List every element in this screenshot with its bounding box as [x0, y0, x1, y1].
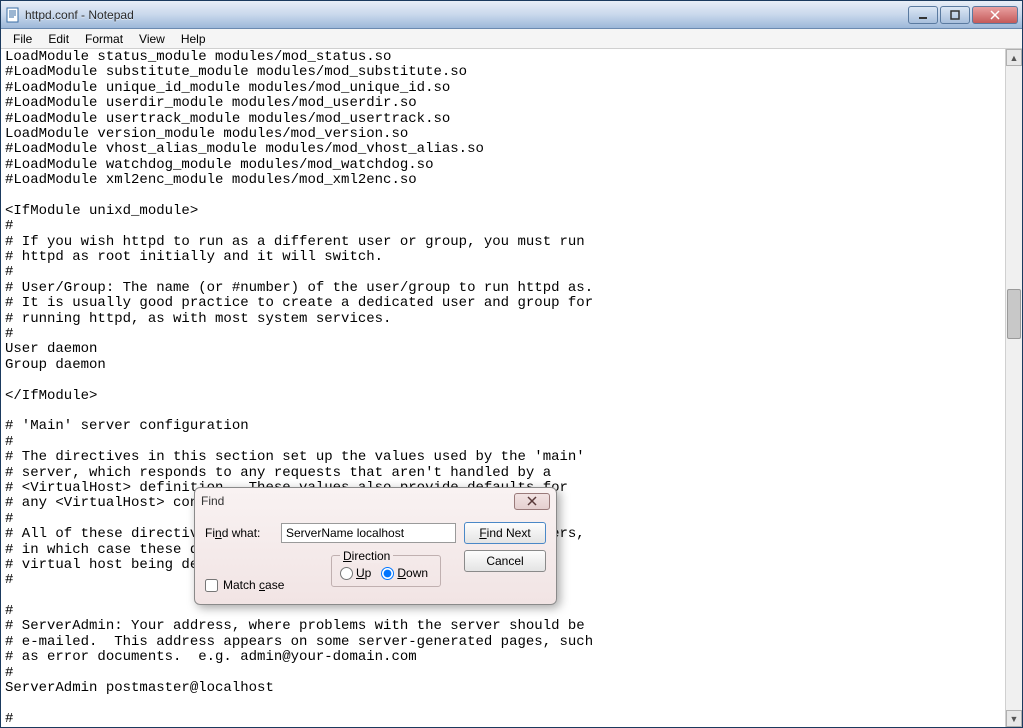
window-controls	[908, 6, 1018, 24]
find-titlebar[interactable]: Find	[195, 488, 556, 514]
direction-down-radio[interactable]	[381, 567, 394, 580]
scroll-up-button[interactable]: ▲	[1006, 49, 1022, 66]
minimize-button[interactable]	[908, 6, 938, 24]
direction-up-option[interactable]: Up	[340, 566, 371, 580]
find-what-label: Find what:	[205, 526, 273, 540]
find-close-button[interactable]	[514, 493, 550, 510]
menu-help[interactable]: Help	[173, 30, 214, 48]
notepad-window: httpd.conf - Notepad File Edit Format Vi…	[0, 0, 1023, 728]
menubar: File Edit Format View Help	[1, 29, 1022, 49]
find-dialog: Find Find what: Find Next Direction Up D…	[194, 487, 557, 605]
direction-up-radio[interactable]	[340, 567, 353, 580]
direction-down-option[interactable]: Down	[381, 566, 428, 580]
text-editor[interactable]: LoadModule status_module modules/mod_sta…	[1, 49, 1005, 727]
scroll-down-button[interactable]: ▼	[1006, 710, 1022, 727]
cancel-button[interactable]: Cancel	[464, 550, 546, 572]
find-next-button[interactable]: Find Next	[464, 522, 546, 544]
match-case-checkbox[interactable]	[205, 579, 218, 592]
maximize-button[interactable]	[940, 6, 970, 24]
titlebar: httpd.conf - Notepad	[1, 1, 1022, 29]
close-button[interactable]	[972, 6, 1018, 24]
menu-edit[interactable]: Edit	[40, 30, 77, 48]
window-title: httpd.conf - Notepad	[25, 8, 908, 22]
direction-label: Direction	[340, 549, 393, 563]
scroll-thumb[interactable]	[1007, 289, 1021, 339]
vertical-scrollbar[interactable]: ▲ ▼	[1005, 49, 1022, 727]
editor-wrap: LoadModule status_module modules/mod_sta…	[1, 49, 1022, 727]
menu-file[interactable]: File	[5, 30, 40, 48]
find-dialog-title: Find	[201, 494, 514, 508]
editor-text-before: LoadModule status_module modules/mod_sta…	[5, 49, 652, 727]
notepad-icon	[5, 7, 21, 23]
find-what-input[interactable]	[281, 523, 456, 543]
menu-format[interactable]: Format	[77, 30, 131, 48]
menu-view[interactable]: View	[131, 30, 173, 48]
find-body: Find what: Find Next Direction Up Down C…	[195, 514, 556, 604]
direction-group: Direction Up Down	[331, 555, 441, 587]
